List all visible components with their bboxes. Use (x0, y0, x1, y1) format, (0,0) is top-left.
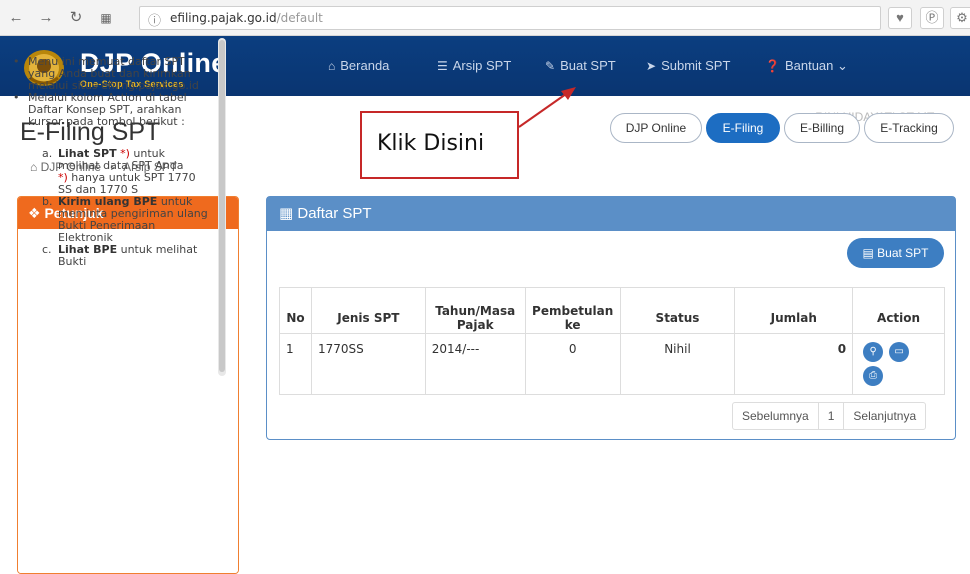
address-bar[interactable]: ⓘ efiling.pajak.go.id/default (139, 6, 881, 30)
col-tahun-masa-pajak: Tahun/Masa Pajak (424, 287, 526, 334)
cell-pembetulan: 0 (524, 333, 621, 395)
url-text: efiling.pajak.go.id/default (170, 11, 323, 25)
home-icon: ⌂ (328, 59, 336, 73)
cell-tahun: 2014/--- (424, 333, 526, 395)
petunjuk-bullet: Menu ini memuat daftar SPT yang Anda bua… (10, 56, 210, 92)
apps-icon[interactable]: ▦ (96, 8, 116, 28)
daftar-spt-panel: ▦ Daftar SPT ▤ Buat SPT No Jenis SPT Tah… (266, 196, 956, 440)
petunjuk-scroll-thumb[interactable] (219, 40, 225, 372)
pager-previous[interactable]: Sebelumnya (733, 403, 819, 429)
send-icon: ➤ (646, 59, 657, 73)
cell-no: 1 (279, 333, 312, 395)
pager-page-1[interactable]: 1 (819, 403, 845, 429)
pill-e-filing[interactable]: E-Filing (706, 113, 780, 143)
col-jenis-spt: Jenis SPT (310, 287, 426, 334)
pill-e-tracking[interactable]: E-Tracking (864, 113, 954, 143)
site-info-icon[interactable]: ⓘ (148, 10, 161, 29)
pager-next[interactable]: Selanjutnya (844, 403, 925, 429)
help-icon: ❓ (765, 59, 780, 73)
petunjuk-text: Menu ini memuat daftar SPT yang Anda bua… (10, 56, 210, 268)
cell-jenis: 1770SS (310, 333, 426, 395)
annotation-box: Klik Disini (360, 111, 519, 179)
kirim-ulang-bpe-inbox-icon[interactable]: ▭ (889, 342, 910, 362)
col-status: Status (619, 287, 736, 334)
annotation-text: Klik Disini (377, 131, 485, 156)
nav-bantuan[interactable]: ❓ Bantuan ⌄ (765, 58, 848, 74)
table-icon: ▦ (279, 205, 294, 222)
buat-spt-button[interactable]: ▤ Buat SPT (847, 238, 944, 268)
nav-buat-spt[interactable]: ✎ Buat SPT (545, 58, 616, 73)
col-no: No (279, 287, 312, 334)
table-row: 1 1770SS 2014/--- 0 Nihil 0 ⚲ ▭ ⎙ (279, 333, 945, 395)
col-action: Action (852, 287, 945, 334)
petunjuk-item-a: a. Lihat SPT *) untuk melihat data SPT A… (42, 147, 196, 196)
cell-action: ⚲ ▭ ⎙ (852, 333, 945, 395)
file-icon: ▤ (862, 246, 874, 260)
col-jumlah: Jumlah (734, 287, 854, 334)
petunjuk-item-c: c. Lihat BPE untuk melihat Bukti (42, 243, 198, 268)
pill-e-billing[interactable]: E-Billing (784, 113, 860, 143)
list-icon: ☰ (437, 59, 448, 73)
pagination: Sebelumnya 1 Selanjutnya (732, 402, 927, 430)
lihat-bpe-print-icon[interactable]: ⎙ (863, 366, 884, 386)
nav-beranda[interactable]: ⌂ Beranda (328, 58, 389, 73)
nav-arsip-spt[interactable]: ☰ Arsip SPT (437, 58, 511, 73)
col-pembetulan: Pembetulan ke (524, 287, 621, 334)
spt-table: No Jenis SPT Tahun/Masa Pajak Pembetulan… (279, 287, 945, 395)
back-icon[interactable]: ← (6, 8, 26, 28)
cell-jumlah: 0 (734, 333, 854, 395)
petunjuk-body (18, 229, 238, 573)
petunjuk-bullet: Melalui kolom Action di tabel Daftar Kon… (10, 92, 210, 128)
chevron-down-icon: ⌄ (837, 58, 848, 73)
pill-djp-online[interactable]: DJP Online (610, 113, 702, 143)
extension-icon[interactable]: Ⓟ (920, 7, 944, 29)
cell-status: Nihil (619, 333, 736, 395)
reload-icon[interactable]: ↻ (66, 8, 86, 28)
browser-toolbar: ← → ↻ ▦ ⓘ efiling.pajak.go.id/default ♥ … (0, 0, 970, 36)
heart-icon[interactable]: ♥ (888, 7, 912, 29)
daftar-spt-header: ▦ Daftar SPT (267, 197, 955, 231)
petunjuk-item-b: b. Kirim ulang BPE untuk meminta pengiri… (42, 195, 208, 244)
forward-icon[interactable]: → (36, 8, 56, 28)
edit-icon: ✎ (545, 59, 556, 73)
extension-2-icon[interactable]: ⚙ (950, 7, 970, 29)
lihat-spt-search-icon[interactable]: ⚲ (863, 342, 884, 362)
nav-submit-spt[interactable]: ➤ Submit SPT (646, 58, 730, 73)
